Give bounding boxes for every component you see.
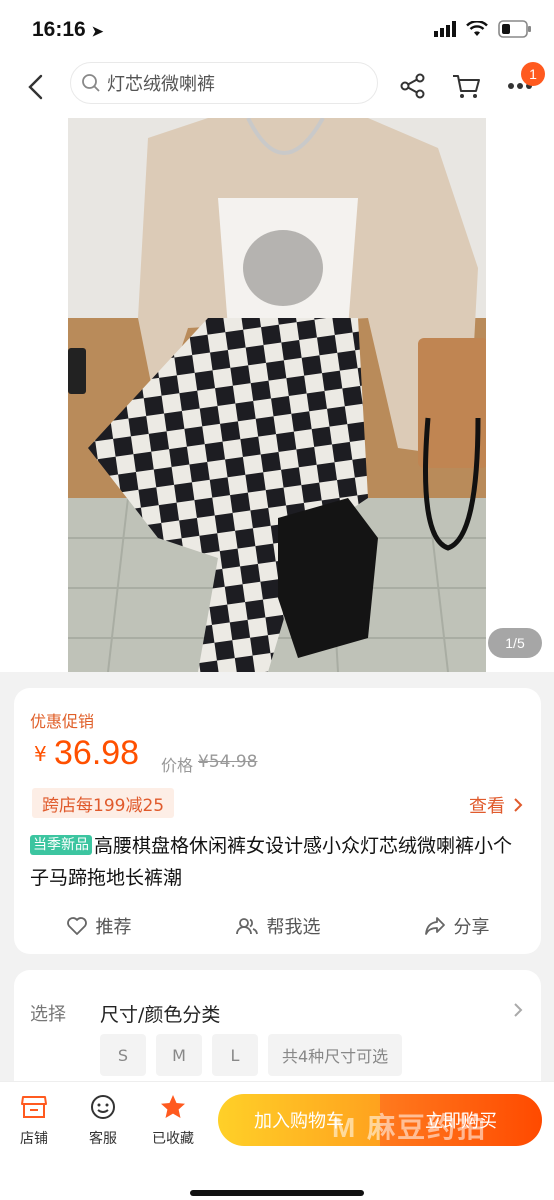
product-image xyxy=(68,118,486,672)
see-more-link[interactable]: 查看 xyxy=(469,792,523,818)
recommend-label: 推荐 xyxy=(95,917,132,938)
size-chips: S M L 共4种尺寸可选 xyxy=(100,1034,403,1076)
search-icon xyxy=(82,74,100,92)
select-label: 选择 xyxy=(30,1004,66,1025)
favorite-tab[interactable]: 已收藏 xyxy=(143,1094,203,1148)
signal-icon xyxy=(434,21,456,37)
product-gallery[interactable]: 1/5 xyxy=(0,118,554,672)
promo-label: 优惠促销 xyxy=(30,712,95,731)
size-chip-m[interactable]: M xyxy=(156,1034,202,1076)
shop-label: 店铺 xyxy=(20,1131,48,1147)
help-choose-button[interactable]: 帮我选 xyxy=(235,913,321,939)
shop-tab[interactable]: 店铺 xyxy=(4,1094,64,1148)
product-actions: 推荐 帮我选 分享 xyxy=(14,910,541,942)
product-title: 当季新品 高腰棋盘格休闲裤女设计感小众灯芯绒微喇裤小个子马蹄拖地长裤潮 xyxy=(30,830,530,894)
share-button[interactable] xyxy=(395,68,431,104)
add-to-cart-button[interactable]: 加入购物车 xyxy=(218,1094,380,1146)
new-season-tag: 当季新品 xyxy=(30,835,92,855)
page-indicator: 1/5 xyxy=(488,628,542,658)
search-query: 灯芯绒微喇裤 xyxy=(107,74,215,95)
share-arrow-icon xyxy=(424,917,445,935)
back-button[interactable] xyxy=(18,70,52,104)
original-price: ¥54.98 xyxy=(198,752,258,772)
service-label: 客服 xyxy=(89,1131,117,1147)
nav-bar: 灯芯绒微喇裤 1 xyxy=(0,62,554,118)
search-input[interactable]: 灯芯绒微喇裤 xyxy=(70,62,378,104)
cart-icon xyxy=(453,75,480,98)
wifi-icon xyxy=(466,21,488,36)
chevron-left-icon xyxy=(28,74,43,100)
buy-now-button[interactable]: 立即购买 xyxy=(380,1094,542,1146)
help-choose-label: 帮我选 xyxy=(266,917,321,938)
original-price-label: 价格 xyxy=(161,756,194,775)
share-icon xyxy=(400,73,425,99)
product-photo[interactable] xyxy=(68,118,486,672)
price-currency: ¥ xyxy=(34,742,47,766)
chevron-right-icon xyxy=(514,798,523,812)
status-time: 16:16 ➤ xyxy=(32,18,103,42)
notification-badge: 1 xyxy=(521,62,545,86)
heart-icon xyxy=(66,917,87,935)
size-chip-l[interactable]: L xyxy=(212,1034,258,1076)
price-value: 36.98 xyxy=(54,734,140,772)
status-icons xyxy=(434,20,532,38)
status-bar: 16:16 ➤ xyxy=(0,0,554,62)
bottom-action-bar: 店铺 客服 已收藏 加入购物车 立即购买 M 麻豆约拍 xyxy=(0,1081,554,1200)
service-tab[interactable]: 客服 xyxy=(73,1094,133,1148)
chevron-right-icon xyxy=(514,1003,523,1017)
location-arrow-icon: ➤ xyxy=(91,23,104,39)
share-label: 分享 xyxy=(453,917,490,938)
battery-icon xyxy=(498,20,531,38)
cart-button[interactable] xyxy=(448,68,484,104)
time-text: 16:16 xyxy=(32,18,86,41)
coupon-badge[interactable]: 跨店每199减25 xyxy=(32,788,175,818)
size-summary-chip[interactable]: 共4种尺寸可选 xyxy=(268,1034,403,1076)
service-icon xyxy=(91,1095,115,1119)
home-indicator xyxy=(190,1190,364,1196)
product-title-text: 高腰棋盘格休闲裤女设计感小众灯芯绒微喇裤小个子马蹄拖地长裤潮 xyxy=(30,835,513,889)
size-chip-s[interactable]: S xyxy=(100,1034,146,1076)
share-action-button[interactable]: 分享 xyxy=(424,913,490,939)
favorite-label: 已收藏 xyxy=(152,1131,194,1147)
shop-icon xyxy=(21,1096,47,1118)
recommend-button[interactable]: 推荐 xyxy=(66,913,132,939)
sku-title: 尺寸/颜色分类 xyxy=(100,1004,221,1026)
group-icon xyxy=(235,918,258,935)
see-more-label: 查看 xyxy=(469,796,505,817)
star-icon xyxy=(161,1095,185,1118)
product-info-card: 优惠促销 ¥ 36.98 价格 ¥54.98 跨店每199减25 查看 当季新品… xyxy=(14,688,541,954)
